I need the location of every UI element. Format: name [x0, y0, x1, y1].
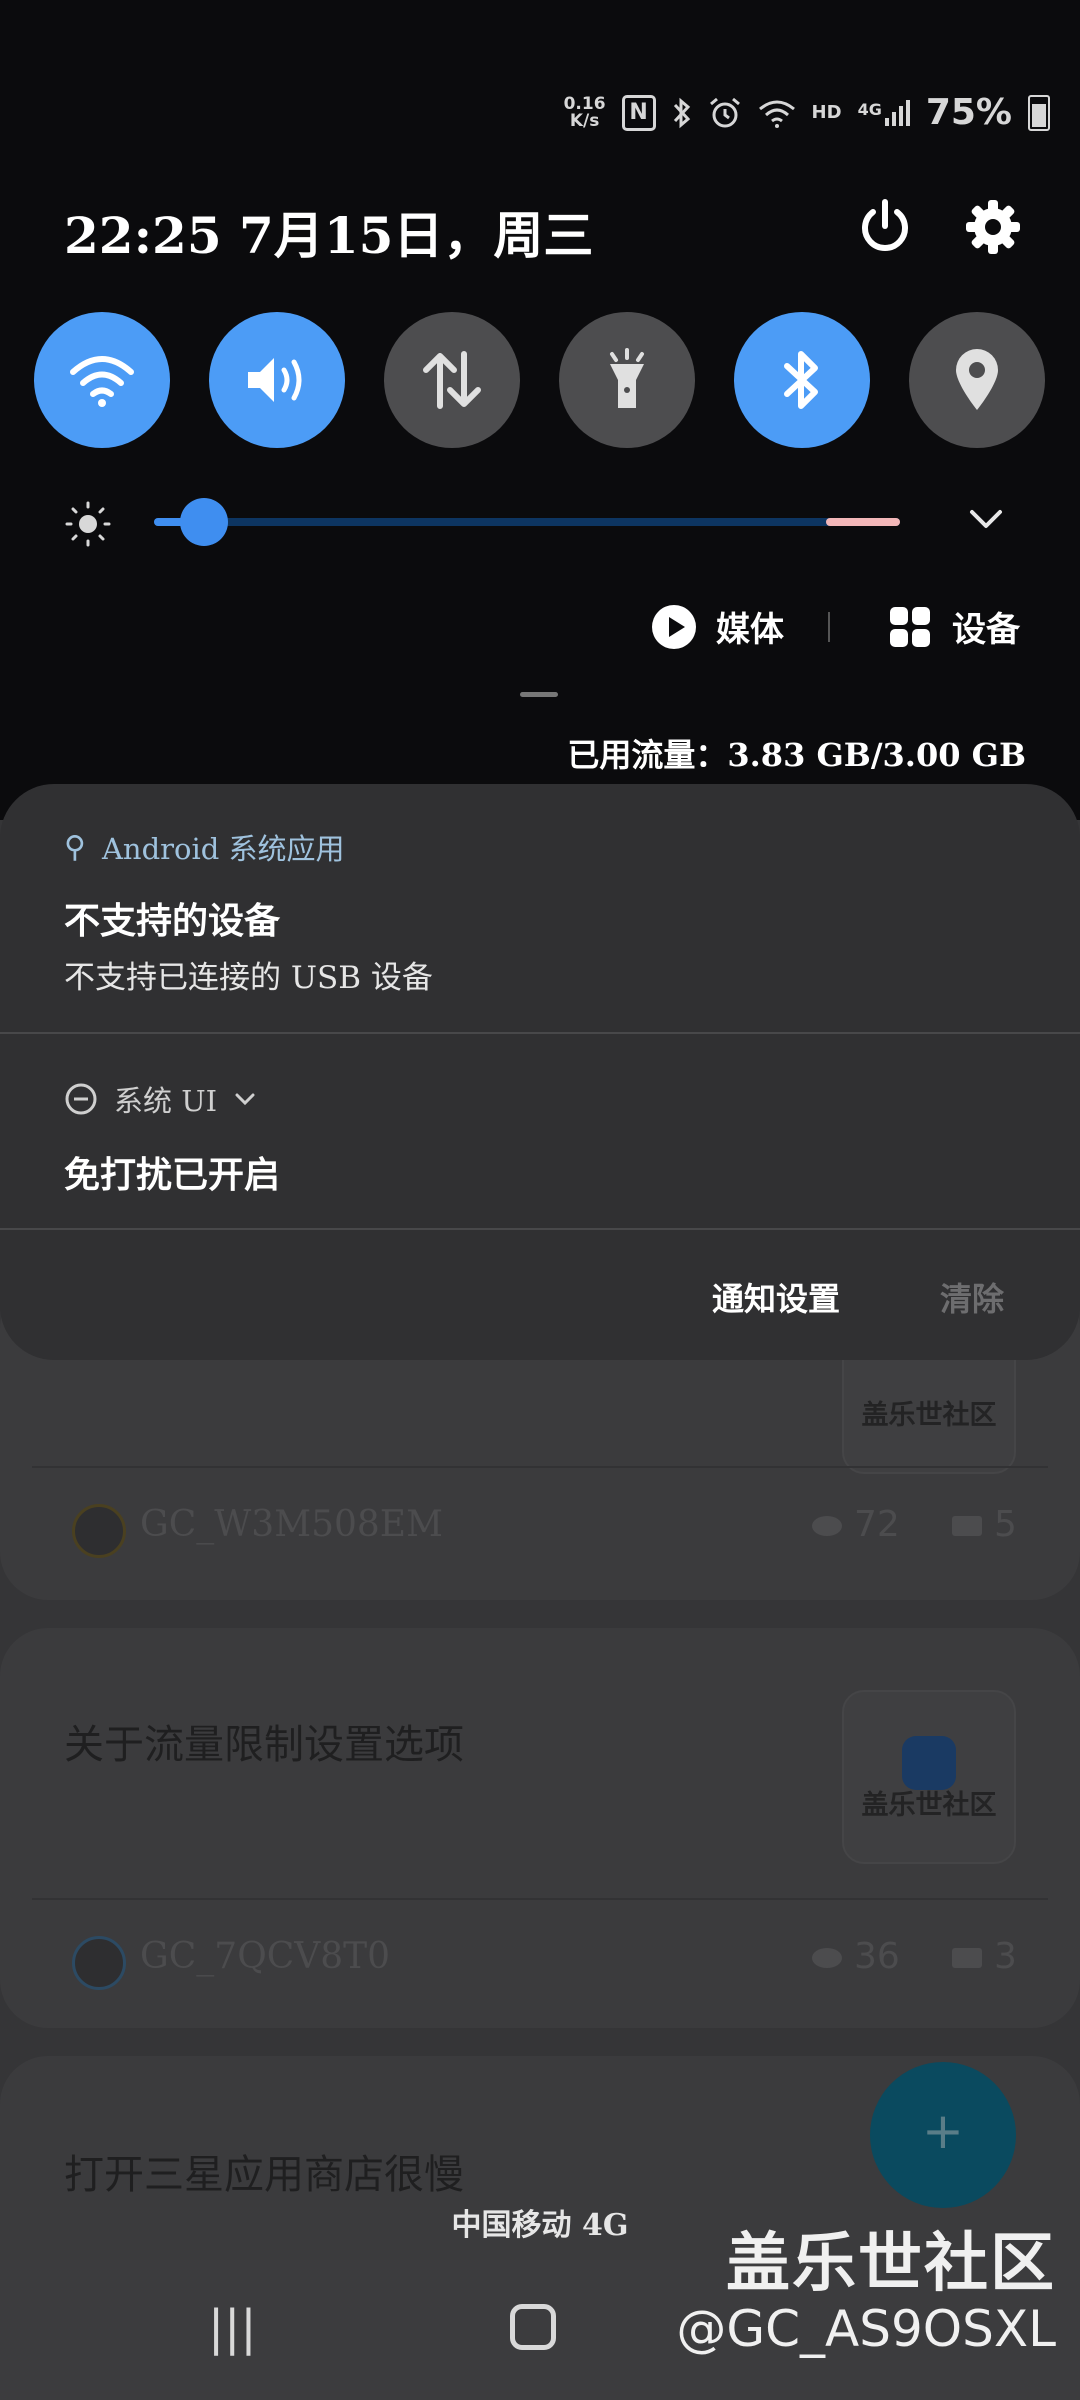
data-usage-text: 已用流量：3.83 GB/3.00 GB [567, 736, 1026, 774]
media-label: 媒体 [716, 610, 784, 650]
bluetooth-icon [784, 351, 818, 409]
views-count: 36 [812, 1936, 900, 1977]
bluetooth-icon [673, 97, 690, 128]
drag-handle[interactable] [520, 692, 558, 697]
brightness-slider-track[interactable] [154, 518, 900, 526]
plus-icon: + [922, 2102, 964, 2160]
notification-title: 不支持的设备 [64, 900, 281, 942]
volume-icon [248, 358, 302, 402]
community-logo-icon [902, 1736, 956, 1790]
eye-icon [812, 1948, 842, 1968]
notification-settings-button[interactable]: 通知设置 [712, 1274, 840, 1320]
flashlight-toggle[interactable] [559, 312, 695, 448]
avatar[interactable] [72, 1504, 126, 1558]
divider [0, 1228, 1080, 1230]
recents-button[interactable]: ||| [208, 2300, 257, 2356]
power-icon[interactable] [850, 192, 920, 262]
status-bar: 0.16 K/s N HD 4G 75% [564, 92, 1050, 133]
grid-icon [890, 606, 930, 647]
notification-title: 免打扰已开启 [64, 1154, 281, 1196]
battery-percent: 75% [925, 92, 1012, 133]
comment-icon [952, 1948, 982, 1968]
eye-icon [812, 1516, 842, 1536]
bluetooth-toggle[interactable] [734, 312, 870, 448]
thumbnail-label: 盖乐世社区 [861, 1790, 997, 1821]
views-count: 72 [812, 1504, 900, 1545]
sound-toggle[interactable] [209, 312, 345, 448]
mobile-data-toggle[interactable] [384, 312, 520, 448]
notification-panel: ⚲ Android 系统应用 不支持的设备 不支持已连接的 USB 设备 系统 … [0, 784, 1080, 1360]
location-toggle[interactable] [909, 312, 1045, 448]
notification-usb[interactable]: ⚲ Android 系统应用 不支持的设备 不支持已连接的 USB 设备 [0, 784, 1080, 1034]
post-title[interactable]: 关于流量限制设置选项 [64, 1712, 464, 1770]
watermark-handle: @GC_AS9OSXL [676, 2300, 1056, 2358]
devices-label: 设备 [952, 610, 1020, 650]
data-transfer-icon [423, 351, 481, 409]
author-name[interactable]: GC_W3M508EM [140, 1504, 443, 1545]
nfc-icon: N [621, 94, 656, 131]
chevron-down-icon[interactable] [233, 1087, 257, 1111]
brightness-high-marker [826, 518, 900, 526]
brightness-icon [65, 501, 111, 547]
post-author-row: GC_W3M508EM 72 5 [32, 1466, 1048, 1588]
flashlight-icon [610, 348, 644, 408]
media-button[interactable]: 媒体 [652, 602, 784, 651]
play-icon [652, 604, 696, 649]
chevron-down-icon[interactable] [966, 498, 1006, 538]
wifi-icon [70, 356, 134, 407]
battery-icon [1028, 94, 1050, 131]
post-thumbnail: 盖乐世社区 [842, 1690, 1016, 1864]
devices-button[interactable]: 设备 [890, 602, 1020, 651]
new-post-button[interactable]: + [870, 2062, 1016, 2208]
notification-text: 不支持已连接的 USB 设备 [64, 960, 433, 996]
post-title[interactable]: 打开三星应用商店很慢 [64, 2142, 464, 2200]
divider [828, 612, 830, 642]
usb-icon: ⚲ [64, 829, 86, 865]
notification-app-name: 系统 UI [114, 1084, 218, 1118]
author-name[interactable]: GC_7QCV8T0 [140, 1936, 390, 1977]
brightness-slider-thumb[interactable] [180, 498, 228, 546]
clear-button[interactable]: 清除 [940, 1274, 1004, 1320]
notification-app-row: 系统 UI [64, 1078, 257, 1120]
settings-gear-icon[interactable] [958, 192, 1028, 262]
network-type: HD [811, 102, 842, 123]
notification-dnd[interactable]: 系统 UI 免打扰已开启 [0, 1034, 1080, 1284]
location-pin-icon [956, 349, 998, 410]
alarm-icon [709, 97, 740, 127]
avatar[interactable] [72, 1936, 126, 1990]
date-time[interactable]: 22:25 7月15日，周三 [64, 196, 593, 268]
notification-shade: 0.16 K/s N HD 4G 75% 22:25 7月15日，周三 媒体 设… [0, 0, 1080, 820]
wifi-toggle[interactable] [34, 312, 170, 448]
post-card[interactable]: 关于流量限制设置选项 盖乐世社区 GC_7QCV8T0 36 3 [0, 1628, 1080, 2028]
notification-app-name: Android 系统应用 [101, 832, 345, 866]
notification-app-row: ⚲ Android 系统应用 [64, 826, 345, 868]
comments-count: 5 [952, 1504, 1017, 1545]
post-author-row: GC_7QCV8T0 36 3 [32, 1898, 1048, 2020]
wifi-status-icon [758, 100, 795, 128]
home-button[interactable] [510, 2304, 556, 2350]
comments-count: 3 [952, 1936, 1017, 1977]
network-speed: 0.16 K/s [563, 93, 606, 131]
watermark-brand: 盖乐世社区 [726, 2227, 1056, 2301]
signal-indicator: 4G [858, 99, 910, 126]
comment-icon [952, 1516, 982, 1536]
do-not-disturb-icon [65, 1083, 97, 1115]
thumbnail-label: 盖乐世社区 [861, 1400, 997, 1431]
